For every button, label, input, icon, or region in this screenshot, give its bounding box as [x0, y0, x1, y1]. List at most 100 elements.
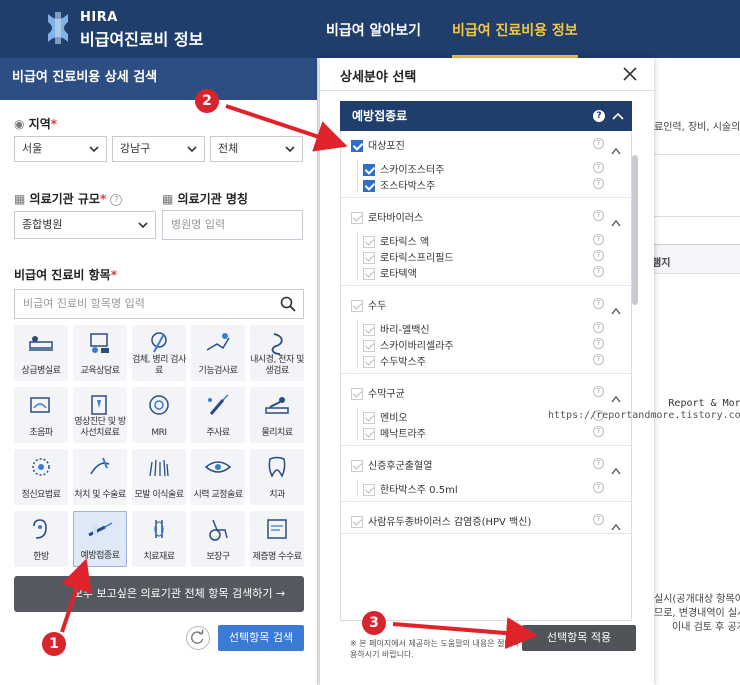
group-checkbox[interactable]: 수두 [351, 297, 386, 312]
tree-line [357, 159, 607, 193]
nav-about-noncovered[interactable]: 비급여 알아보기 [326, 0, 421, 58]
checkbox[interactable] [351, 460, 363, 472]
group-checkbox[interactable]: 신증후군출혈열 [351, 457, 432, 472]
group-label: 사람유두종바이러스 감염증(HPV 백신) [368, 517, 532, 528]
selected-search-button[interactable]: 선택항목 검색 [218, 625, 304, 651]
help-icon[interactable]: ? [593, 386, 604, 397]
group-label: 수막구균 [368, 389, 405, 400]
radiology-icon [91, 395, 107, 415]
help-icon[interactable]: ? [593, 138, 604, 149]
divider [341, 373, 631, 374]
chevron-up-icon[interactable] [611, 460, 621, 475]
chevron-up-icon[interactable] [611, 516, 621, 531]
scrollbar[interactable] [632, 155, 638, 305]
panel-title: 비급여 진료비용 상세 검색 [0, 58, 317, 100]
items-label: 비급여 진료비 항목* [14, 268, 117, 282]
help-icon[interactable]: ? [593, 110, 605, 122]
all-items-search-button[interactable]: 모두 보고싶은 의료기관 전체 항목 검색하기 → [14, 576, 304, 612]
help-icon[interactable]: ? [593, 298, 604, 309]
group-checkbox[interactable]: 수막구균 [351, 385, 405, 400]
tile-label: 초음파 [29, 428, 53, 438]
watermark: Report & More https://reportandmore.tist… [548, 398, 740, 421]
scale-label: ▦ 의료기관 규모* ? [14, 190, 123, 207]
chevron-up-icon[interactable] [611, 388, 621, 403]
group-checkbox[interactable]: 대상포진 [351, 137, 405, 152]
category-tile[interactable]: 예방접종료 [73, 511, 127, 567]
help-icon[interactable]: ? [593, 210, 604, 221]
modal-title: 상세분야 선택 [340, 70, 417, 85]
tile-label: 내시경, 천자 및 생검료 [250, 355, 304, 376]
category-tile[interactable]: 영상진단 및 방사선치료료 [73, 387, 127, 443]
category-tile[interactable]: 보장구 [191, 511, 245, 567]
checkbox[interactable] [351, 300, 363, 312]
chevron-up-icon[interactable] [612, 112, 624, 120]
category-tile[interactable]: 시력 교정술료 [191, 449, 245, 505]
checkbox[interactable] [351, 516, 363, 528]
ear-icon [33, 519, 47, 539]
category-tile[interactable]: 상급병실료 [14, 325, 68, 381]
group-label: 수두 [368, 301, 387, 312]
tile-label: MRI [151, 428, 167, 438]
group-checkbox[interactable]: 사람유두종바이러스 감염증(HPV 백신) [351, 513, 531, 528]
group-checkbox[interactable]: 로타바이러스 [351, 209, 423, 224]
tree-line [357, 319, 607, 369]
category-tile[interactable]: 한방 [14, 511, 68, 567]
category-tile[interactable]: MRI [132, 387, 186, 443]
column-header: 램지 [652, 258, 671, 269]
building-icon: ▦ [14, 192, 26, 206]
tile-label: 치료재료 [143, 552, 175, 562]
category-tile[interactable]: 처치 및 수술료 [73, 449, 127, 505]
certificate-icon [267, 519, 287, 539]
chevron-up-icon[interactable] [611, 300, 621, 315]
category-tile[interactable]: 기능검사료 [191, 325, 245, 381]
category-tile[interactable]: 모발 이식술료 [132, 449, 186, 505]
region-sido-select[interactable]: 서울 [14, 136, 107, 162]
scale-select[interactable]: 종합병원 [14, 211, 156, 239]
site-title[interactable]: 비급여진료비 정보 [80, 26, 203, 50]
annotation-badge: 2 [195, 89, 219, 113]
region-dong-select[interactable]: 전체 [210, 136, 303, 162]
physical-therapy-icon [265, 397, 289, 414]
tile-label: 물리치료 [261, 428, 293, 438]
hospital-name-input[interactable]: 병원명 입력 [162, 210, 303, 240]
checkbox[interactable] [351, 140, 363, 152]
tile-label: 처치 및 수술료 [74, 490, 126, 500]
region-sigungu-select[interactable]: 강남구 [112, 136, 205, 162]
name-label: ▦ 의료기관 명칭 [162, 192, 248, 206]
background-text: 료인력, 장비, 시술의 [654, 122, 740, 133]
category-tile[interactable]: 제증명 수수료 [250, 511, 304, 567]
background-text: 이내 검토 후 공개 [672, 622, 740, 633]
category-tile[interactable]: 교육상담료 [73, 325, 127, 381]
apply-selection-button[interactable]: 선택항목 적용 [522, 625, 636, 651]
category-tile[interactable]: 치과 [250, 449, 304, 505]
category-tile[interactable]: 치료재료 [132, 511, 186, 567]
tile-label: 한방 [33, 552, 49, 562]
help-icon[interactable]: ? [593, 458, 604, 469]
item-search-input[interactable]: 비급여 진료비 항목명 입력 [14, 289, 304, 319]
close-icon[interactable] [622, 66, 638, 82]
chevron-up-icon[interactable] [611, 140, 621, 155]
category-header[interactable]: 예방접종료 ? [340, 101, 632, 131]
hospital-bed-icon [29, 336, 53, 351]
category-tile[interactable]: 초음파 [14, 387, 68, 443]
help-icon[interactable]: ? [593, 514, 604, 525]
divider [341, 445, 631, 446]
category-tile[interactable]: 주사료 [191, 387, 245, 443]
help-icon[interactable]: ? [110, 193, 123, 206]
category-tile[interactable]: 내시경, 천자 및 생검료 [250, 325, 304, 381]
category-tile[interactable]: 물리치료 [250, 387, 304, 443]
chevron-up-icon[interactable] [611, 212, 621, 227]
refresh-icon[interactable] [186, 626, 210, 650]
injection-icon [208, 394, 229, 415]
category-tile[interactable]: 검체, 병리 검사료 [132, 325, 186, 381]
search-icon[interactable] [280, 296, 296, 312]
building-icon: ▦ [162, 192, 174, 206]
tile-label: 예방접종료 [80, 551, 120, 561]
nav-noncovered-cost[interactable]: 비급여 진료비용 정보 [452, 0, 578, 58]
checkbox[interactable] [351, 212, 363, 224]
group-label: 로타바이러스 [368, 213, 424, 224]
tile-label: 영상진단 및 방사선치료료 [74, 417, 126, 438]
category-tile[interactable]: 정신요법료 [14, 449, 68, 505]
checkbox[interactable] [351, 388, 363, 400]
vision-correction-icon [204, 461, 232, 473]
